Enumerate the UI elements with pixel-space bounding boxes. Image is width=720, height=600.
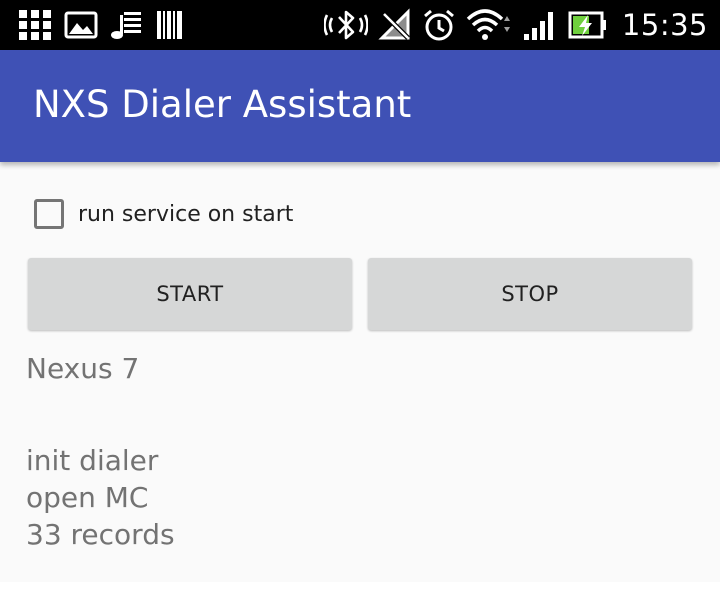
- muted-icon: [378, 8, 410, 40]
- start-button[interactable]: START: [28, 258, 352, 330]
- bottom-strip: [0, 582, 720, 600]
- app-bar: NXS Dialer Assistant: [0, 50, 720, 162]
- music-queue-icon: [111, 12, 141, 39]
- log-output: init dialer open MC 33 records: [26, 442, 175, 553]
- run-service-checkbox[interactable]: [34, 199, 64, 229]
- alarm-clock-icon: [423, 9, 454, 41]
- notification-icons: [18, 9, 184, 41]
- grid-apps-icon: [19, 10, 51, 40]
- system-icons: 15:35: [323, 5, 708, 45]
- status-clock: 15:35: [621, 8, 708, 42]
- wifi-icon: [466, 9, 510, 40]
- device-name: Nexus 7: [26, 352, 140, 385]
- status-bar: 15:35: [0, 0, 720, 50]
- run-service-label[interactable]: run service on start: [78, 202, 293, 227]
- image-icon: [64, 11, 98, 39]
- stop-button[interactable]: STOP: [368, 258, 692, 330]
- log-line: init dialer: [26, 444, 159, 477]
- vibrate-bluetooth-icon: [323, 10, 368, 40]
- cellular-signal-icon: [523, 12, 553, 40]
- barcode-icon: [157, 11, 182, 39]
- run-service-checkbox-row[interactable]: run service on start: [34, 196, 293, 232]
- screen: 15:35 NXS Dialer Assistant run service o…: [0, 0, 720, 600]
- main-content: run service on start START STOP Nexus 7 …: [0, 162, 720, 582]
- log-line: 33 records: [26, 518, 175, 551]
- log-line: open MC: [26, 481, 149, 514]
- battery-charging-icon: [568, 11, 606, 39]
- app-title: NXS Dialer Assistant: [33, 83, 412, 126]
